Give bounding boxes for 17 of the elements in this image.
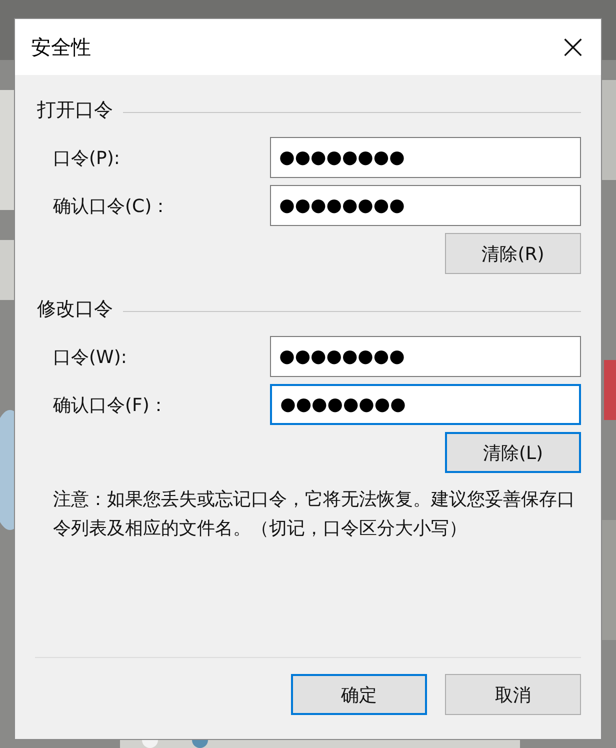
section-title: 打开口令: [37, 98, 113, 123]
field-label: 口令(W):: [53, 346, 128, 368]
password-field[interactable]: ●●●●●●●●: [270, 137, 581, 178]
password-field[interactable]: ●●●●●●●●: [270, 185, 581, 226]
field-label: 确认口令(C)：: [53, 194, 171, 218]
window-title: 安全性: [31, 34, 91, 60]
clear-button[interactable]: 清除(R): [445, 233, 581, 274]
close-button[interactable]: ×: [545, 19, 601, 75]
field-label: 口令(P):: [53, 146, 121, 170]
clear-button[interactable]: 清除(L): [445, 432, 581, 473]
section-title: 修改口令: [37, 297, 113, 322]
password-field[interactable]: ●●●●●●●●: [270, 384, 581, 425]
password-field[interactable]: ●●●●●●●●: [270, 336, 581, 377]
cancel-button[interactable]: 取消: [445, 674, 581, 715]
ok-button[interactable]: 确定: [291, 674, 427, 715]
note-text: 注意：如果您丢失或忘记口令，它将无法恢复。建议您妥善保存口令列表及相应的文件名。（切记，口令区分大小写）: [52, 488, 576, 541]
field-label: 确认口令(F)：: [53, 394, 168, 416]
